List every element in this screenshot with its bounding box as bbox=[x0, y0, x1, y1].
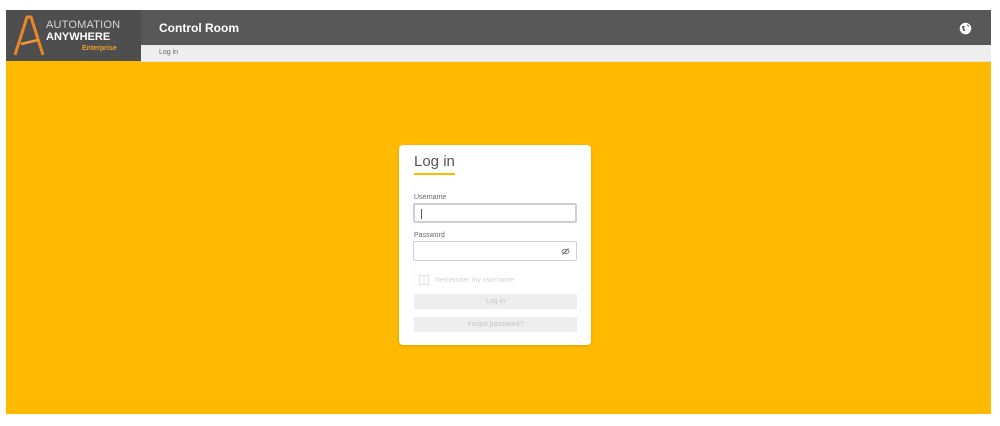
remember-label: Remember my username bbox=[435, 276, 514, 284]
password-field[interactable] bbox=[413, 241, 577, 261]
remember-checkbox[interactable] bbox=[419, 275, 429, 285]
app-title: Control Room bbox=[159, 21, 239, 35]
forgot-password-button[interactable]: Forgot password? bbox=[414, 317, 577, 332]
logo-a-icon bbox=[13, 15, 45, 56]
logo-text-enterprise: Enterprise bbox=[82, 45, 117, 52]
app-frame: Control Room AUTOMATION ANYWHERE Enterpr… bbox=[6, 10, 991, 414]
logo-text-anywhere: ANYWHERE bbox=[46, 31, 111, 43]
breadcrumb: Log in bbox=[159, 49, 179, 56]
text-caret bbox=[421, 209, 422, 219]
username-label: Username bbox=[414, 194, 447, 201]
breadcrumb-bar: Log in bbox=[141, 45, 991, 62]
username-field[interactable] bbox=[413, 203, 577, 223]
automation-anywhere-logo[interactable]: AUTOMATION ANYWHERE Enterprise bbox=[6, 10, 141, 61]
login-title: Log in bbox=[414, 153, 455, 175]
top-bar: Control Room bbox=[6, 10, 991, 45]
login-card: Log in Username Password Remember my use… bbox=[399, 145, 591, 345]
logo-text-automation: AUTOMATION bbox=[46, 19, 121, 31]
globe-icon[interactable] bbox=[959, 22, 972, 35]
password-label: Password bbox=[414, 232, 445, 239]
login-button[interactable]: Log in bbox=[414, 294, 577, 309]
remember-username[interactable]: Remember my username bbox=[419, 275, 514, 285]
eye-slash-icon[interactable] bbox=[561, 247, 570, 256]
